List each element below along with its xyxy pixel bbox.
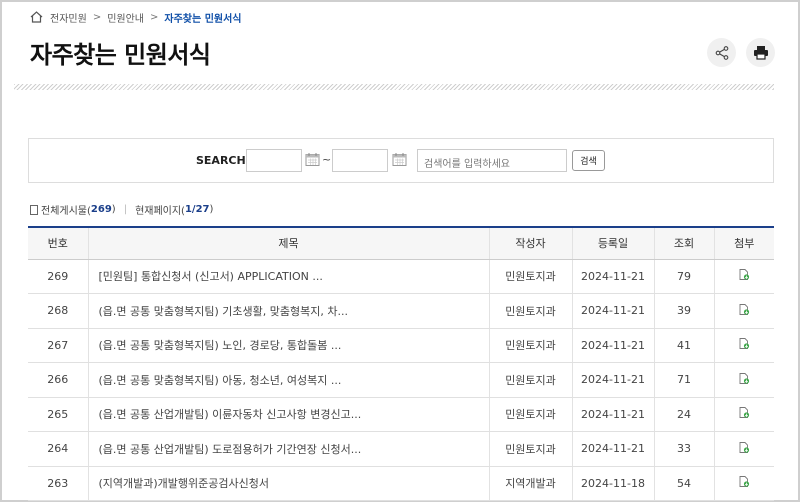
row-date: 2024-11-21: [571, 397, 654, 432]
divider-pattern: [14, 84, 774, 90]
row-number: 267: [28, 328, 88, 363]
table-row: 266 (읍.면 공통 맞춤형복지팀) 아동, 청소년, 여성복지 ... 민원토지…: [28, 362, 774, 398]
row-number: 268: [28, 293, 88, 329]
row-date: 2024-11-21: [571, 431, 654, 467]
row-date: 2024-11-21: [571, 259, 654, 294]
row-date: 2024-11-18: [571, 466, 654, 501]
row-title-link[interactable]: (읍.면 공통 맞춤형복지팀) 노인, 경로당, 통합돌봄 ...: [87, 328, 489, 363]
summary-divider: |: [123, 204, 128, 215]
date-range-separator: ~: [322, 153, 332, 166]
home-icon[interactable]: [30, 11, 44, 24]
share-icon: [715, 45, 728, 60]
table-row: 265 (읍.면 공통 산업개발팀) 이륜자동차 신고사항 변경신고... 민원토지…: [28, 397, 774, 432]
attachment-icon[interactable]: [739, 407, 750, 419]
breadcrumb-separator: >: [92, 11, 102, 23]
row-attachment: [713, 431, 774, 467]
row-views: 41: [653, 328, 714, 363]
row-number: 266: [28, 362, 88, 398]
attachment-icon[interactable]: [739, 441, 750, 453]
current-page: 1/27: [184, 204, 210, 215]
board-summary: 전체게시물(269) | 현재페이지(1/27): [30, 202, 213, 217]
row-views: 79: [653, 259, 714, 294]
row-title-link[interactable]: (지역개발과)개발행위준공검사신청서: [87, 466, 489, 501]
calendar-icon[interactable]: [305, 152, 320, 167]
breadcrumb-item-civil[interactable]: 전자민원: [50, 10, 87, 25]
breadcrumb: 전자민원 > 민원안내 > 자주찾는 민원서식: [30, 9, 242, 25]
row-attachment: [713, 259, 774, 294]
row-attachment: [713, 466, 774, 501]
row-title-link[interactable]: [민원팀] 통합신청서 (신고서) APPLICATION ...: [87, 259, 489, 294]
row-title-link[interactable]: (읍.면 공통 맞춤형복지팀) 기초생활, 맞춤형복지, 차...: [87, 293, 489, 329]
search-button[interactable]: 검색: [572, 150, 605, 171]
col-attachment: 첨부: [713, 227, 774, 260]
attachment-icon[interactable]: [739, 303, 750, 315]
row-attachment: [713, 362, 774, 398]
row-author: 지역개발과: [488, 466, 572, 501]
table-row: 269 [민원팀] 통합신청서 (신고서) APPLICATION ... 민원토지…: [28, 259, 774, 294]
start-date-input[interactable]: [246, 149, 302, 172]
table-row: 267 (읍.면 공통 맞춤형복지팀) 노인, 경로당, 통합돌봄 ... 민원토지…: [28, 328, 774, 363]
page-title: 자주찾는 민원서식: [30, 41, 211, 69]
breadcrumb-item-guide[interactable]: 민원안내: [107, 10, 144, 25]
table-row: 268 (읍.면 공통 맞춤형복지팀) 기초생활, 맞춤형복지, 차... 민원토지…: [28, 293, 774, 329]
row-date: 2024-11-21: [571, 362, 654, 398]
calendar-icon[interactable]: [392, 152, 407, 167]
row-attachment: [713, 328, 774, 363]
row-author: 민원토지과: [488, 293, 572, 329]
attachment-icon[interactable]: [739, 476, 750, 488]
col-number: 번호: [28, 227, 88, 260]
row-author: 민원토지과: [488, 431, 572, 467]
row-date: 2024-11-21: [571, 328, 654, 363]
attachment-icon[interactable]: [739, 372, 750, 384]
print-icon: [753, 46, 768, 60]
row-views: 54: [653, 466, 714, 501]
row-number: 269: [28, 259, 88, 294]
row-title-link[interactable]: (읍.면 공통 산업개발팀) 이륜자동차 신고사항 변경신고...: [87, 397, 489, 432]
attachment-icon[interactable]: [739, 338, 750, 350]
attachment-icon[interactable]: [739, 269, 750, 281]
row-author: 민원토지과: [488, 397, 572, 432]
end-date-input[interactable]: [332, 149, 388, 172]
search-input[interactable]: 검색어를 입력하세요: [417, 149, 567, 172]
row-author: 민원토지과: [488, 362, 572, 398]
table-header: 번호 제목 작성자 등록일 조회 첨부: [28, 227, 774, 260]
row-author: 민원토지과: [488, 328, 572, 363]
print-button[interactable]: [746, 38, 775, 67]
row-views: 24: [653, 397, 714, 432]
row-author: 민원토지과: [488, 259, 572, 294]
row-title-link[interactable]: (읍.면 공통 맞춤형복지팀) 아동, 청소년, 여성복지 ...: [87, 362, 489, 398]
breadcrumb-item-current: 자주찾는 민원서식: [164, 13, 242, 25]
forms-table: 번호 제목 작성자 등록일 조회 첨부 269 [민원팀] 통합신청서 (신고서)…: [28, 226, 774, 501]
page-label: 현재페이지(: [135, 206, 185, 217]
total-count: 269: [90, 204, 112, 215]
col-author: 작성자: [488, 227, 572, 260]
share-button[interactable]: [707, 38, 736, 67]
search-label: SEARCH: [196, 154, 246, 167]
row-views: 71: [653, 362, 714, 398]
row-views: 39: [653, 293, 714, 329]
breadcrumb-separator: >: [150, 11, 159, 23]
row-number: 263: [28, 466, 88, 501]
row-attachment: [713, 293, 774, 329]
col-views: 조회: [653, 227, 714, 260]
table-row: 263 (지역개발과)개발행위준공검사신청서 지역개발과 2024-11-18 54: [28, 466, 774, 501]
row-number: 265: [28, 397, 88, 432]
col-date: 등록일: [571, 227, 654, 260]
row-number: 264: [28, 431, 88, 467]
row-date: 2024-11-21: [571, 293, 654, 329]
row-title-link[interactable]: (읍.면 공통 산업개발팀) 도로점용허가 기간연장 신청서...: [87, 431, 489, 467]
row-views: 33: [653, 431, 714, 467]
table-row: 264 (읍.면 공통 산업개발팀) 도로점용허가 기간연장 신청서... 민원토지…: [28, 431, 774, 467]
total-label: 전체게시물(: [41, 206, 91, 217]
row-attachment: [713, 397, 774, 432]
col-title: 제목: [87, 227, 489, 260]
document-icon: [30, 204, 38, 215]
